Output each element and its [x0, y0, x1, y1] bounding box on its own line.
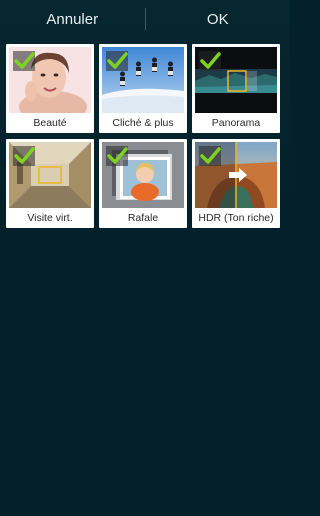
burst-snowboarders-thumbnail	[102, 47, 184, 113]
selected-check-icon[interactable]	[13, 146, 35, 166]
camera-mode-manager-screen: Annuler OK Beauté Cliché & plus Panorama…	[0, 0, 290, 516]
ok-button[interactable]: OK	[146, 0, 291, 38]
mode-label: HDR (Ton riche)	[198, 212, 274, 224]
mode-label: Panorama	[211, 117, 261, 129]
mode-tile-shot-and-more[interactable]: Cliché & plus	[99, 44, 187, 133]
selected-check-icon[interactable]	[199, 51, 221, 71]
mode-label: Rafale	[127, 212, 159, 224]
mode-tile-burst[interactable]: Rafale	[99, 139, 187, 228]
mode-label: Cliché & plus	[112, 117, 174, 129]
selected-check-icon[interactable]	[13, 51, 35, 71]
beauty-face-thumbnail	[9, 47, 91, 113]
mode-tile-beauty[interactable]: Beauté	[6, 44, 94, 133]
mode-tile-virtual-tour[interactable]: Visite virt.	[6, 139, 94, 228]
mode-label: Visite virt.	[27, 212, 73, 224]
selected-check-icon[interactable]	[106, 51, 128, 71]
mode-tile-panorama[interactable]: Panorama	[192, 44, 280, 133]
photo-stack-child-thumbnail	[102, 142, 184, 208]
mode-tile-hdr[interactable]: HDR (Ton riche)	[192, 139, 280, 228]
modes-grid: Beauté Cliché & plus Panorama Visite vir…	[6, 44, 284, 228]
selected-check-icon[interactable]	[106, 146, 128, 166]
mode-label: Beauté	[33, 117, 67, 129]
hdr-canyon-thumbnail	[195, 142, 277, 208]
virtual-tour-hallway-thumbnail	[9, 142, 91, 208]
cancel-button[interactable]: Annuler	[0, 0, 145, 38]
selected-check-icon[interactable]	[199, 146, 221, 166]
panorama-landscape-thumbnail	[195, 47, 277, 113]
action-bar: Annuler OK	[0, 0, 290, 38]
